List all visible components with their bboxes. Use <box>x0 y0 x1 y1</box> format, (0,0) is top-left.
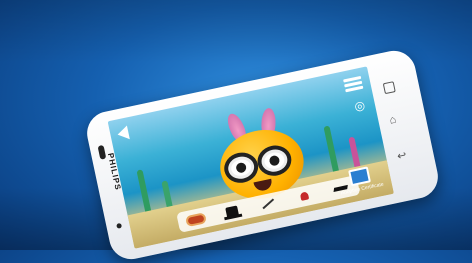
seaweed <box>136 169 152 216</box>
seaweed <box>323 125 340 176</box>
phone-front-camera <box>116 222 123 229</box>
top-hat-icon[interactable] <box>222 203 243 220</box>
menu-icon[interactable] <box>343 74 364 94</box>
back-nav-button[interactable]: ↩ <box>396 148 408 163</box>
certificate-icon <box>348 166 371 187</box>
phone-speaker <box>97 144 107 160</box>
recent-apps-button[interactable] <box>382 81 396 95</box>
back-arrow-icon[interactable] <box>116 125 130 142</box>
plunger-icon[interactable] <box>294 187 315 204</box>
hotdog-icon[interactable] <box>186 210 207 227</box>
camera-icon[interactable]: ◎ <box>353 98 366 114</box>
home-button[interactable]: ⌂ <box>388 114 397 127</box>
magic-wand-icon[interactable] <box>258 195 279 212</box>
